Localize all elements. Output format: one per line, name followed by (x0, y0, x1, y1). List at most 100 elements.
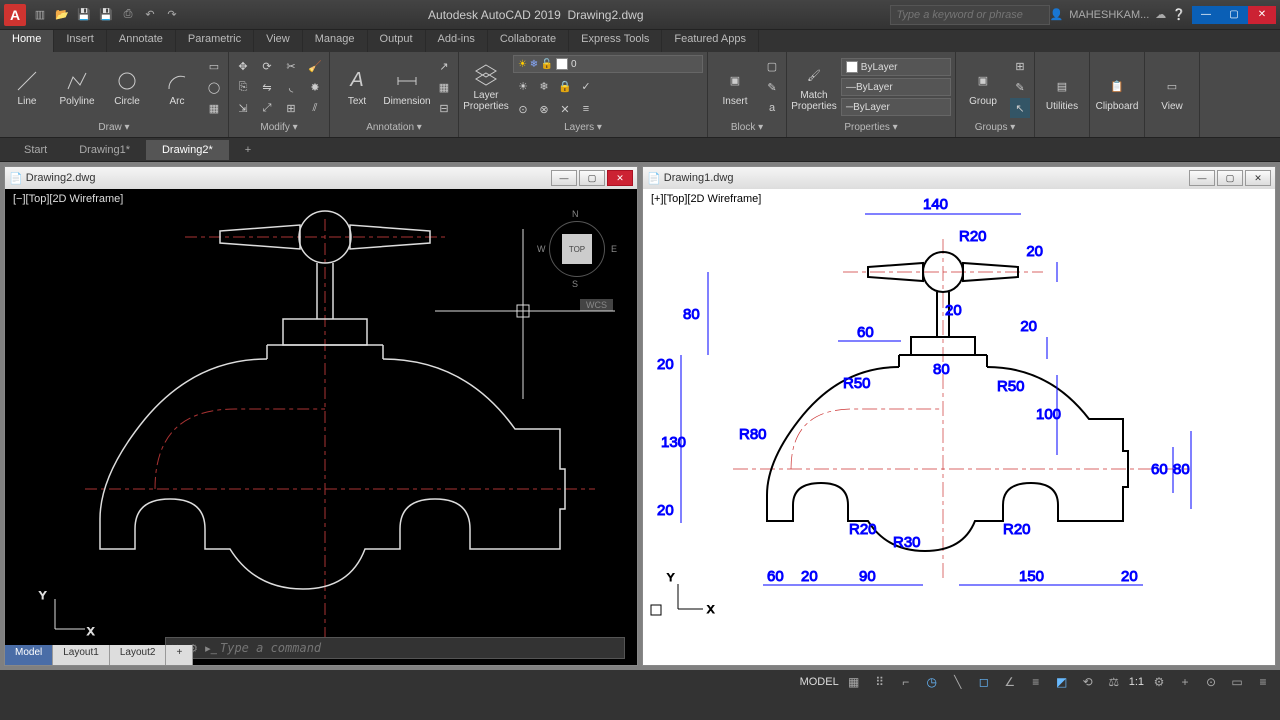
save-icon[interactable]: 💾 (74, 5, 94, 25)
tab-addins[interactable]: Add-ins (426, 30, 488, 52)
layout-tab-model[interactable]: Model (5, 645, 53, 665)
layfrz-icon[interactable]: ❄ (534, 76, 554, 96)
clipboard-button[interactable]: 📋Clipboard (1094, 63, 1140, 123)
ortho-icon[interactable]: ⌐ (895, 672, 917, 692)
ungroup-icon[interactable]: ⊞ (1010, 56, 1030, 76)
viewcube[interactable]: N S W E TOP (537, 209, 617, 289)
laymch-icon[interactable]: ≡ (576, 99, 596, 119)
tab-featuredapps[interactable]: Featured Apps (662, 30, 759, 52)
polar-icon[interactable]: ◷ (921, 672, 943, 692)
docwin-close-button[interactable]: ✕ (607, 170, 633, 186)
close-button[interactable]: ✕ (1248, 6, 1276, 24)
panel-block-label[interactable]: Block ▾ (712, 120, 782, 135)
osnap-icon[interactable]: ◻ (973, 672, 995, 692)
lwt-icon[interactable]: ≡ (1025, 672, 1047, 692)
mtext-icon[interactable]: ⊟ (434, 98, 454, 118)
tab-expresstools[interactable]: Express Tools (569, 30, 662, 52)
lineweight-combo[interactable]: — ByLayer (841, 78, 951, 96)
view-button[interactable]: ▭View (1149, 63, 1195, 123)
layout-tab-layout1[interactable]: Layout1 (53, 645, 110, 665)
move-icon[interactable]: ✥ (233, 56, 253, 76)
line-button[interactable]: Line (4, 57, 50, 117)
clean-icon[interactable]: ▭ (1226, 672, 1248, 692)
stretch-icon[interactable]: ⇲ (233, 98, 253, 118)
autocad-logo-icon[interactable]: A (4, 4, 26, 26)
signin-icon[interactable]: 👤 (1050, 8, 1064, 21)
layout-tab-layout2[interactable]: Layout2 (110, 645, 167, 665)
tab-manage[interactable]: Manage (303, 30, 368, 52)
grid-icon[interactable]: ▦ (843, 672, 865, 692)
laymcur-icon[interactable]: ✓ (576, 76, 596, 96)
annoscale-icon[interactable]: ⚖ (1103, 672, 1125, 692)
copy-icon[interactable]: ⎘ (233, 77, 253, 97)
attr-icon[interactable]: a (762, 98, 782, 118)
tab-annotate[interactable]: Annotate (107, 30, 176, 52)
otrack-icon[interactable]: ∠ (999, 672, 1021, 692)
docwin-min-button[interactable]: — (551, 170, 577, 186)
new-tab-button[interactable]: + (229, 140, 261, 160)
minimize-button[interactable]: — (1192, 6, 1220, 24)
layuniso-icon[interactable]: ⊗ (534, 99, 554, 119)
arc-button[interactable]: Arc (154, 57, 200, 117)
exchange-icon[interactable]: ☁ (1155, 8, 1166, 21)
polyline-button[interactable]: Polyline (54, 57, 100, 117)
saveas-icon[interactable]: 💾 (96, 5, 116, 25)
custom-icon[interactable]: ≡ (1252, 672, 1274, 692)
tab-insert[interactable]: Insert (54, 30, 107, 52)
layout-tab-new[interactable]: + (166, 645, 193, 665)
fillet-icon[interactable]: ◟ (281, 77, 301, 97)
tab-drawing2[interactable]: Drawing2* (146, 140, 229, 160)
docwin-close-button[interactable]: ✕ (1245, 170, 1271, 186)
scale-icon[interactable]: ⤢ (257, 98, 277, 118)
laydel-icon[interactable]: ✕ (555, 99, 575, 119)
utilities-button[interactable]: ▤Utilities (1039, 63, 1085, 123)
cycling-icon[interactable]: ⟲ (1077, 672, 1099, 692)
view-label-left[interactable]: [−][Top][2D Wireframe] (13, 193, 123, 205)
rect-icon[interactable]: ▭ (204, 56, 224, 76)
wcs-label[interactable]: WCS (580, 299, 613, 311)
docwin-min-button[interactable]: — (1189, 170, 1215, 186)
rotate-icon[interactable]: ⟳ (257, 56, 277, 76)
open-icon[interactable]: 📂 (52, 5, 72, 25)
color-combo[interactable]: ByLayer (841, 58, 951, 76)
isolate-icon[interactable]: ⊙ (1200, 672, 1222, 692)
laylck-icon[interactable]: 🔒 (555, 76, 575, 96)
tab-parametric[interactable]: Parametric (176, 30, 254, 52)
view-label-right[interactable]: [+][Top][2D Wireframe] (651, 193, 761, 205)
tab-view[interactable]: View (254, 30, 303, 52)
insert-button[interactable]: ▣Insert (712, 57, 758, 117)
redo-icon[interactable]: ↷ (162, 5, 182, 25)
leader-icon[interactable]: ↗ (434, 56, 454, 76)
scale-label[interactable]: 1:1 (1129, 676, 1144, 688)
gear-icon[interactable]: ⚙ (1148, 672, 1170, 692)
panel-annotation-label[interactable]: Annotation ▾ (334, 120, 454, 135)
drawing-canvas-right[interactable]: [+][Top][2D Wireframe] (643, 189, 1275, 665)
dimension-button[interactable]: Dimension (384, 57, 430, 117)
transparency-icon[interactable]: ◩ (1051, 672, 1073, 692)
panel-properties-label[interactable]: Properties ▾ (791, 120, 951, 135)
trim-icon[interactable]: ✂ (281, 56, 301, 76)
tab-output[interactable]: Output (368, 30, 426, 52)
mirror-icon[interactable]: ⇋ (257, 77, 277, 97)
help-icon[interactable]: ❔ (1172, 8, 1186, 21)
snap-icon[interactable]: ⠿ (869, 672, 891, 692)
layer-properties-button[interactable]: LayerProperties (463, 57, 509, 117)
docwin-max-button[interactable]: ▢ (579, 170, 605, 186)
tab-home[interactable]: Home (0, 30, 54, 52)
plus-icon[interactable]: + (1174, 672, 1196, 692)
tab-start[interactable]: Start (8, 140, 63, 160)
select-icon[interactable]: ↖ (1010, 98, 1030, 118)
docwin-max-button[interactable]: ▢ (1217, 170, 1243, 186)
isodraft-icon[interactable]: ╲ (947, 672, 969, 692)
text-button[interactable]: AText (334, 57, 380, 117)
panel-layers-label[interactable]: Layers ▾ (463, 120, 703, 135)
new-icon[interactable]: ▥ (30, 5, 50, 25)
array-icon[interactable]: ⊞ (281, 98, 301, 118)
match-properties-button[interactable]: 🖌MatchProperties (791, 57, 837, 117)
undo-icon[interactable]: ↶ (140, 5, 160, 25)
layiso-icon[interactable]: ⊙ (513, 99, 533, 119)
search-input[interactable] (890, 5, 1050, 25)
circle-button[interactable]: Circle (104, 57, 150, 117)
explode-icon[interactable]: ✸ (305, 77, 325, 97)
table-icon[interactable]: ▦ (434, 77, 454, 97)
